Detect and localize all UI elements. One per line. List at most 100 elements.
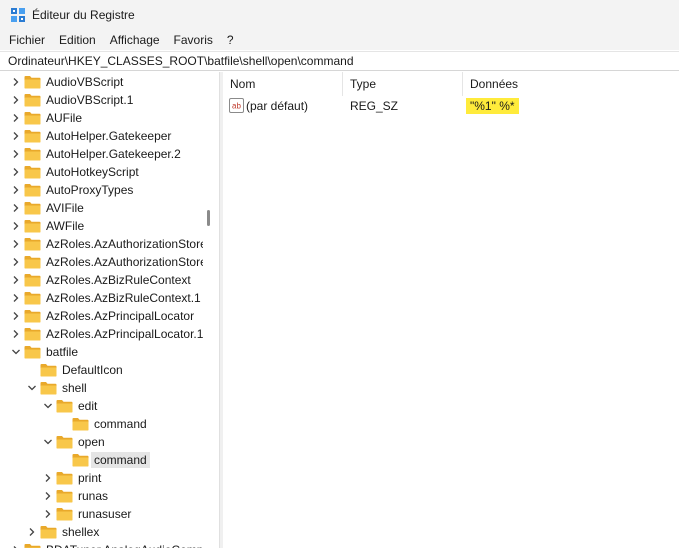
tree-item-label: DefaultIcon: [62, 363, 123, 377]
tree-item[interactable]: AzRoles.AzAuthorizationStore: [0, 235, 203, 253]
chevron-down-icon[interactable]: [11, 347, 21, 357]
menu-favoris[interactable]: Favoris: [167, 30, 220, 50]
svg-text:ab: ab: [232, 102, 241, 111]
tree-item-label: AutoHotkeyScript: [46, 165, 139, 179]
tree-item[interactable]: print: [0, 469, 203, 487]
tree-item[interactable]: DefaultIcon: [0, 361, 203, 379]
chevron-right-icon[interactable]: [11, 329, 21, 339]
menu-fichier[interactable]: Fichier: [2, 30, 52, 50]
address-bar: [0, 51, 679, 71]
menu-affichage[interactable]: Affichage: [103, 30, 167, 50]
menu-edition[interactable]: Edition: [52, 30, 103, 50]
tree-item[interactable]: command: [0, 451, 203, 469]
tree-item-label: AWFile: [46, 219, 85, 233]
tree-item-label: AzRoles.AzBizRuleContext.1: [46, 291, 201, 305]
column-header-nom[interactable]: Nom: [223, 72, 343, 96]
folder-icon: [72, 418, 89, 431]
chevron-right-icon[interactable]: [11, 167, 21, 177]
tree-item[interactable]: AudioVBScript.1: [0, 91, 203, 109]
tree-item[interactable]: AzRoles.AzBizRuleContext: [0, 271, 203, 289]
chevron-right-icon[interactable]: [11, 149, 21, 159]
tree-item-label: command: [91, 452, 150, 468]
folder-icon: [24, 346, 41, 359]
tree-item[interactable]: AUFile: [0, 109, 203, 127]
chevron-right-icon[interactable]: [11, 203, 21, 213]
tree-item[interactable]: shell: [0, 379, 203, 397]
tree-item[interactable]: AzRoles.AzBizRuleContext.1: [0, 289, 203, 307]
chevron-down-icon[interactable]: [43, 437, 53, 447]
tree-item[interactable]: AutoHotkeyScript: [0, 163, 203, 181]
registry-editor-icon: [11, 8, 25, 22]
folder-icon: [24, 292, 41, 305]
chevron-right-icon[interactable]: [11, 185, 21, 195]
tree-item[interactable]: AzRoles.AzPrincipalLocator: [0, 307, 203, 325]
tree-item-label: AutoHelper.Gatekeeper: [46, 129, 172, 143]
tree-item-label: runas: [78, 489, 109, 503]
chevron-right-icon[interactable]: [11, 239, 21, 249]
chevron-right-icon[interactable]: [27, 527, 37, 537]
folder-icon: [24, 544, 41, 548]
tree-item-label: AudioVBScript.1: [46, 93, 134, 107]
chevron-right-icon[interactable]: [11, 275, 21, 285]
tree-scrollbar[interactable]: [203, 72, 215, 548]
title-bar: Éditeur du Registre: [0, 0, 679, 30]
folder-icon: [56, 490, 73, 503]
list-header: Nom Type Données: [223, 72, 679, 96]
tree-item[interactable]: AutoHelper.Gatekeeper.2: [0, 145, 203, 163]
tree-item-label: AzRoles.AzAuthorizationStore: [46, 237, 203, 251]
folder-icon: [24, 76, 41, 89]
chevron-down-icon[interactable]: [43, 401, 53, 411]
tree-item[interactable]: AzRoles.AzAuthorizationStore.1: [0, 253, 203, 271]
tree-item[interactable]: AzRoles.AzPrincipalLocator.1: [0, 325, 203, 343]
tree-item[interactable]: runas: [0, 487, 203, 505]
tree-item[interactable]: AWFile: [0, 217, 203, 235]
tree-item-label: AzRoles.AzPrincipalLocator: [46, 309, 195, 323]
tree-item-label: edit: [78, 399, 98, 413]
chevron-down-icon[interactable]: [27, 383, 37, 393]
tree-item-label: AudioVBScript: [46, 75, 124, 89]
value-row[interactable]: ab (par défaut) REG_SZ "%1" %*: [223, 97, 679, 115]
tree-item-label: AzRoles.AzBizRuleContext: [46, 273, 191, 287]
chevron-right-icon[interactable]: [11, 293, 21, 303]
tree-scrollbar-thumb[interactable]: [207, 210, 210, 226]
chevron-right-icon[interactable]: [43, 491, 53, 501]
tree-item[interactable]: AutoHelper.Gatekeeper: [0, 127, 203, 145]
value-type: REG_SZ: [350, 99, 399, 113]
folder-icon: [24, 148, 41, 161]
folder-icon: [24, 274, 41, 287]
chevron-right-icon[interactable]: [11, 77, 21, 87]
values-list[interactable]: Nom Type Données ab (par défaut) REG_SZ …: [223, 72, 679, 548]
tree-item[interactable]: runasuser: [0, 505, 203, 523]
chevron-right-icon[interactable]: [11, 221, 21, 231]
tree-item[interactable]: AVIFile: [0, 199, 203, 217]
chevron-right-icon[interactable]: [11, 113, 21, 123]
tree-item[interactable]: edit: [0, 397, 203, 415]
value-name: (par défaut): [246, 99, 309, 113]
tree-item-label: shell: [62, 381, 87, 395]
key-tree[interactable]: AudioVBScript AudioVBScript.1 AUFile AutoHe…: [0, 72, 203, 548]
tree-item[interactable]: AutoProxyTypes: [0, 181, 203, 199]
folder-icon: [24, 328, 41, 341]
folder-icon: [24, 220, 41, 233]
chevron-right-icon[interactable]: [43, 473, 53, 483]
tree-item[interactable]: open: [0, 433, 203, 451]
tree-item-label: runasuser: [78, 507, 132, 521]
tree-item[interactable]: batfile: [0, 343, 203, 361]
chevron-right-icon[interactable]: [11, 131, 21, 141]
tree-item[interactable]: BDATuner.AnalogAudioComponentType: [0, 541, 203, 548]
column-header-type[interactable]: Type: [343, 72, 463, 96]
chevron-right-icon[interactable]: [11, 95, 21, 105]
folder-icon: [24, 238, 41, 251]
tree-item-label: print: [78, 471, 102, 485]
chevron-right-icon[interactable]: [11, 311, 21, 321]
folder-icon: [24, 202, 41, 215]
value-data: "%1" %*: [466, 98, 519, 114]
menu-aide[interactable]: ?: [220, 30, 241, 50]
tree-item[interactable]: shellex: [0, 523, 203, 541]
chevron-right-icon[interactable]: [43, 509, 53, 519]
tree-item[interactable]: command: [0, 415, 203, 433]
column-header-donnees[interactable]: Données: [463, 72, 679, 96]
tree-item[interactable]: AudioVBScript: [0, 73, 203, 91]
address-input[interactable]: [0, 52, 679, 70]
chevron-right-icon[interactable]: [11, 257, 21, 267]
